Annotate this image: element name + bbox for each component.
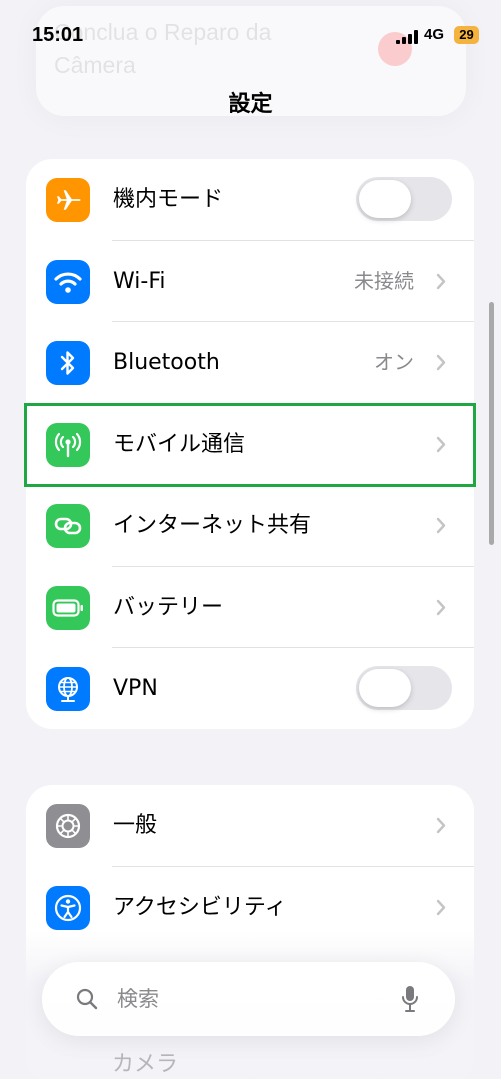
- page-title: 設定: [228, 92, 273, 117]
- cellular-signal-icon: [396, 30, 418, 44]
- vpn-toggle[interactable]: [356, 666, 452, 710]
- gear-icon: [46, 804, 90, 848]
- scroll-indicator: [489, 302, 494, 545]
- bluetooth-label: Bluetooth: [113, 350, 220, 375]
- battery-icon: [46, 585, 90, 630]
- toggle-knob: [359, 180, 411, 218]
- search-placeholder: 検索: [117, 987, 159, 1011]
- row-vpn: VPN: [26, 648, 474, 729]
- chevron-right-icon: [436, 436, 446, 452]
- row-general[interactable]: 一般: [26, 785, 474, 867]
- airplane-mode-label: 機内モード: [113, 187, 224, 212]
- chevron-right-icon: [436, 354, 446, 371]
- row-airplane-mode: 機内モード: [26, 159, 474, 241]
- airplane-mode-toggle[interactable]: [356, 177, 452, 221]
- microphone-icon[interactable]: [401, 985, 419, 1013]
- battery-label: バッテリー: [113, 594, 224, 620]
- general-label: 一般: [113, 813, 158, 838]
- airplane-icon: [46, 178, 90, 222]
- bluetooth-status: オン: [374, 350, 414, 374]
- personal-hotspot-label: インターネット共有: [113, 513, 312, 538]
- wifi-icon: [46, 259, 90, 304]
- accessibility-icon: [46, 885, 90, 930]
- row-wifi[interactable]: Wi-Fi 未接続: [26, 241, 474, 322]
- search-bar[interactable]: 検索: [42, 962, 455, 1036]
- toggle-knob: [359, 669, 411, 707]
- chevron-right-icon: [436, 273, 446, 289]
- connectivity-group: 機内モード Wi-Fi 未接続 Bluetooth オン モバイル通信 インター…: [26, 159, 474, 729]
- link-icon: [46, 504, 90, 548]
- vpn-label: VPN: [113, 676, 158, 701]
- chevron-right-icon: [436, 899, 446, 915]
- globe-icon: [46, 667, 90, 711]
- chevron-right-icon: [436, 817, 446, 834]
- camera-row-label: カメラ: [112, 1052, 179, 1077]
- bluetooth-icon: [46, 341, 90, 385]
- status-time: 15:01: [32, 24, 84, 46]
- wifi-label: Wi-Fi: [113, 268, 166, 294]
- battery-indicator: 29: [454, 26, 479, 44]
- chevron-right-icon: [436, 517, 446, 534]
- chevron-right-icon: [436, 599, 446, 615]
- search-icon: [76, 988, 98, 1010]
- row-personal-hotspot[interactable]: インターネット共有: [26, 485, 474, 567]
- mobile-data-label: モバイル通信: [113, 431, 246, 457]
- antenna-icon: [46, 422, 90, 467]
- row-bluetooth[interactable]: Bluetooth オン: [26, 322, 474, 404]
- row-battery[interactable]: バッテリー: [26, 567, 474, 648]
- row-mobile-data[interactable]: モバイル通信: [26, 404, 474, 485]
- network-type: 4G: [424, 26, 445, 43]
- wifi-status: 未接続: [354, 268, 414, 293]
- status-bar: 15:01 4G 29: [0, 0, 501, 70]
